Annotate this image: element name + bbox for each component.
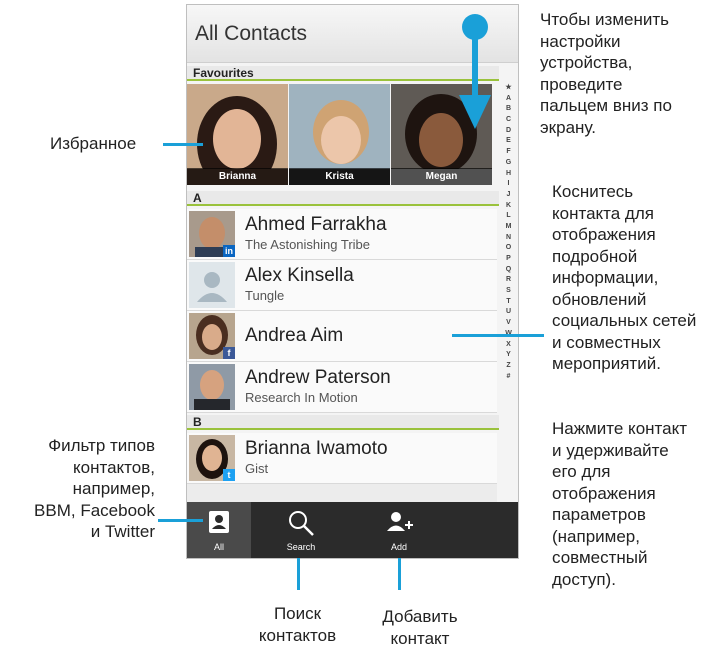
favourite-tile-krista[interactable]: Krista [289, 84, 390, 185]
index-letter[interactable]: N [499, 233, 518, 244]
contact-row[interactable]: Andrew Paterson Research In Motion [187, 362, 497, 413]
avatar [189, 364, 235, 410]
callout-line-search [297, 558, 300, 590]
section-header-favourites: Favourites [187, 66, 499, 81]
annotation-add: Добавить контакт [382, 607, 458, 648]
contact-row[interactable]: t Brianna Iwamoto Gist [187, 433, 497, 484]
contact-company: The Astonishing Tribe [245, 237, 371, 252]
index-letter[interactable]: D [499, 126, 518, 137]
index-letter[interactable]: L [499, 211, 518, 222]
action-label: Search [286, 542, 316, 552]
callout-line-favourites [163, 143, 203, 146]
section-header-a: A [187, 191, 499, 206]
annotation-favourites: Избранное [50, 134, 137, 153]
search-icon [289, 511, 314, 536]
action-label: Add [390, 542, 407, 552]
facebook-icon: f [223, 347, 235, 359]
contact-company: Research In Motion [245, 390, 358, 405]
index-letter[interactable]: M [499, 222, 518, 233]
action-bar: All Search Add [187, 502, 518, 558]
index-letter[interactable]: I [499, 179, 518, 190]
index-letter[interactable]: O [499, 243, 518, 254]
contact-name: Andrew Paterson [245, 367, 391, 388]
section-header-b: B [187, 415, 499, 430]
index-letter[interactable]: # [499, 372, 518, 383]
favourite-name: Brianna [187, 168, 288, 185]
contact-row[interactable]: Alex Kinsella Tungle [187, 260, 497, 311]
favourite-name: Megan [391, 168, 492, 185]
index-letter[interactable]: ★ [499, 83, 518, 94]
index-letter[interactable]: Z [499, 361, 518, 372]
index-letter[interactable]: V [499, 318, 518, 329]
callout-line-add [398, 558, 401, 590]
contact-row[interactable]: in Ahmed Farrakha The Astonishing Tribe [187, 209, 497, 260]
linkedin-icon: in [223, 245, 235, 257]
annotation-filter: Фильтр типов контактов, например, BBM, Fac… [34, 436, 155, 541]
index-letter[interactable]: C [499, 115, 518, 126]
index-letter[interactable]: Q [499, 265, 518, 276]
index-letter[interactable]: X [499, 340, 518, 351]
contact-name: Ahmed Farrakha [245, 214, 387, 235]
contact-company: Tungle [245, 288, 285, 303]
add-contact-icon [387, 512, 413, 531]
contact-row[interactable]: f Andrea Aim [187, 311, 497, 362]
avatar: f [189, 313, 235, 359]
add-contact-button[interactable]: Add [367, 502, 431, 558]
index-letter[interactable]: S [499, 286, 518, 297]
phone-screen: All Contacts Favourites Brianna Krista M… [186, 4, 519, 559]
twitter-icon: t [223, 469, 235, 481]
action-label: All [213, 542, 224, 552]
contacts-book-icon [209, 511, 229, 533]
avatar: t [189, 435, 235, 481]
filter-all-button[interactable]: All [187, 502, 251, 558]
index-letter[interactable]: F [499, 147, 518, 158]
index-letter[interactable]: B [499, 104, 518, 115]
index-letter[interactable]: J [499, 190, 518, 201]
contact-company: Gist [245, 461, 269, 476]
index-letter[interactable]: P [499, 254, 518, 265]
page-title: All Contacts [195, 22, 308, 45]
avatar [189, 262, 235, 308]
index-letter[interactable]: T [499, 297, 518, 308]
annotation-search: Поиск контактов [258, 604, 337, 645]
avatar: in [189, 211, 235, 257]
search-button[interactable]: Search [269, 502, 333, 558]
favourite-name: Krista [289, 168, 390, 185]
favourite-tile-brianna[interactable]: Brianna [187, 84, 288, 185]
index-letter[interactable]: A [499, 94, 518, 105]
swipe-down-arrow-icon [459, 14, 491, 129]
callout-line-filter [158, 519, 203, 522]
index-letter[interactable]: U [499, 307, 518, 318]
annotation-hold-contact: Нажмите контакт и удерживайте его для отоб… [552, 419, 687, 589]
annotation-settings: Чтобы изменить настройки устройства, прове… [540, 10, 672, 137]
contact-name: Alex Kinsella [245, 265, 354, 286]
index-letter[interactable]: R [499, 275, 518, 286]
index-letter[interactable]: E [499, 136, 518, 147]
contact-name: Brianna Iwamoto [245, 438, 388, 459]
index-letter[interactable]: Y [499, 350, 518, 361]
alphabet-index-scrollbar[interactable]: ★ABCDEFGHIJKLMNOPQRSTUVWXYZ# [499, 83, 518, 503]
contact-name: Andrea Aim [245, 325, 344, 346]
index-letter[interactable]: G [499, 158, 518, 169]
annotation-tap-contact: Коснитесь контакта для отображения подробн… [552, 182, 697, 373]
index-letter[interactable]: K [499, 201, 518, 212]
callout-line-tap-contact [452, 334, 544, 337]
index-letter[interactable]: H [499, 169, 518, 180]
